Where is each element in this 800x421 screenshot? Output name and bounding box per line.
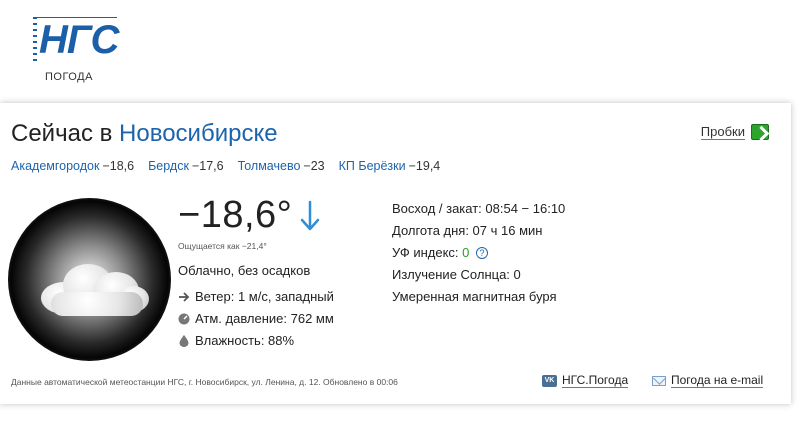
- traffic-label[interactable]: Пробки: [700, 124, 745, 140]
- nearby-city-name[interactable]: КП Берёзки: [339, 159, 406, 173]
- nearby-city-name[interactable]: Бердск: [148, 159, 189, 173]
- magnetic-storm: Умеренная магнитная буря: [392, 289, 557, 304]
- vk-icon[interactable]: VK: [542, 374, 557, 387]
- nearby-city-name[interactable]: Академгородок: [11, 159, 99, 173]
- weather-card: Сейчас в Новосибирске Пробки Академгород…: [0, 103, 791, 404]
- wind-row: Ветер: 1 м/с, западный: [178, 289, 334, 304]
- title-prefix: Сейчас в: [11, 120, 113, 147]
- sunrise-sunset: Восход / закат: 08:54 − 16:10: [392, 201, 566, 216]
- nearby-item[interactable]: КП Берёзки −19,4: [339, 159, 441, 173]
- drop-icon: [179, 334, 189, 347]
- nearby-item[interactable]: Бердск −17,6: [148, 159, 223, 173]
- vk-link[interactable]: VK НГС.Погода: [542, 373, 629, 388]
- humidity-row: Влажность: 88%: [178, 333, 294, 348]
- ngs-logo[interactable]: НГС ПОГОДА: [33, 14, 121, 86]
- nearby-cities: Академгородок −18,6 Бердск −17,6 Толмачево…: [11, 159, 440, 173]
- uv-label: УФ индекс:: [392, 245, 459, 260]
- page-title: Сейчас в Новосибирске: [11, 120, 278, 148]
- email-link-label[interactable]: Погода на e-mail: [671, 373, 764, 388]
- logo-mark: НГС: [37, 18, 121, 62]
- nearby-city-name[interactable]: Толмачево: [238, 159, 301, 173]
- feels-like: Ощущается как −21,4°: [178, 241, 267, 251]
- pressure-text: Атм. давление: 762 мм: [195, 311, 334, 326]
- solar-radiation: Излучение Солнца: 0: [392, 267, 521, 282]
- humidity-text: Влажность: 88%: [195, 333, 295, 348]
- pressure-row: Атм. давление: 762 мм: [178, 311, 334, 326]
- wind-text: Ветер: 1 м/с, западный: [195, 289, 334, 304]
- logo-subtitle: ПОГОДА: [45, 71, 93, 83]
- traffic-link[interactable]: Пробки: [700, 124, 769, 140]
- nearby-city-temp: −18,6: [102, 159, 135, 173]
- day-length: Долгота дня: 07 ч 16 мин: [392, 223, 543, 238]
- uv-value: 0: [462, 245, 470, 260]
- nearby-city-temp: −17,6: [191, 159, 224, 173]
- current-temperature: −18,6°: [178, 194, 293, 236]
- nearby-item[interactable]: Академгородок −18,6: [11, 159, 134, 173]
- mail-icon[interactable]: [652, 375, 666, 386]
- nearby-item[interactable]: Толмачево −23: [238, 159, 325, 173]
- vk-link-label[interactable]: НГС.Погода: [562, 373, 629, 388]
- help-icon[interactable]: ?: [476, 247, 489, 259]
- gauge-icon: [178, 313, 190, 324]
- cloudy-weather-icon: [8, 198, 171, 361]
- condition-text: Облачно, без осадков: [178, 263, 311, 278]
- uv-index: УФ индекс: 0 ?: [392, 245, 489, 260]
- nearby-city-temp: −19,4: [408, 159, 441, 173]
- city-link[interactable]: Новосибирске: [119, 120, 278, 147]
- nearby-city-temp: −23: [303, 159, 325, 173]
- email-subscribe-link[interactable]: Погода на e-mail: [652, 373, 764, 388]
- arrow-down-icon: [300, 200, 320, 231]
- traffic-arrow-icon[interactable]: [751, 124, 769, 140]
- data-source-note: Данные автоматической метеостанции НГС, …: [11, 377, 398, 387]
- cloud-shape: [41, 258, 151, 318]
- arrow-right-icon: [179, 291, 190, 302]
